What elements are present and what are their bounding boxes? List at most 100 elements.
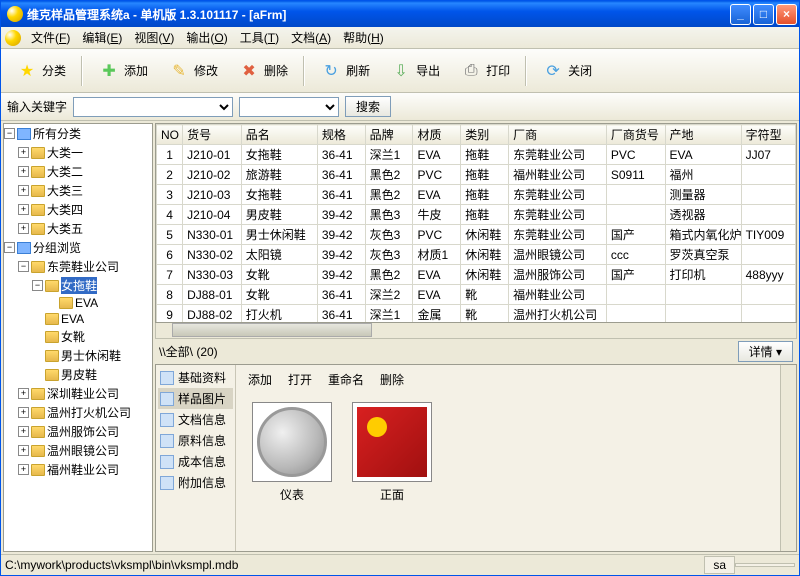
thumb-label: 仪表 (252, 486, 332, 503)
tree-node[interactable]: +深圳鞋业公司 (4, 384, 152, 403)
tree-node[interactable]: +温州服饰公司 (4, 422, 152, 441)
tree-node[interactable]: +大类二 (4, 162, 152, 181)
add-button[interactable]: ✚添加 (89, 55, 157, 87)
tree-node[interactable]: 女靴 (4, 327, 152, 346)
expand-icon[interactable]: − (4, 242, 15, 253)
detail-tab[interactable]: 样品图片 (158, 388, 233, 409)
expand-icon[interactable]: + (18, 185, 29, 196)
col-header[interactable]: NO (157, 125, 183, 145)
delete-button[interactable]: ✖删除 (229, 55, 297, 87)
expand-icon[interactable]: − (4, 128, 15, 139)
tree-node[interactable]: −东莞鞋业公司 (4, 257, 152, 276)
col-header[interactable]: 产地 (665, 125, 741, 145)
search-button[interactable]: 搜索 (345, 96, 391, 117)
tree-node[interactable]: −女拖鞋 (4, 276, 152, 295)
app-icon (7, 6, 23, 22)
expand-icon[interactable]: + (18, 388, 29, 399)
detail-tab[interactable]: 原料信息 (158, 430, 233, 451)
expand-icon[interactable]: − (32, 280, 43, 291)
detail-toolbar: 添加打开重命名删除 (236, 365, 780, 394)
menu-v[interactable]: 视图(V) (128, 27, 180, 48)
col-header[interactable]: 规格 (317, 125, 365, 145)
tree-node[interactable]: +温州打火机公司 (4, 403, 152, 422)
expand-icon[interactable]: + (18, 426, 29, 437)
category-button[interactable]: ★分类 (7, 55, 75, 87)
expand-icon[interactable]: + (18, 204, 29, 215)
expand-icon[interactable]: + (18, 464, 29, 475)
print-button[interactable]: ⎙打印 (451, 55, 519, 87)
table-row[interactable]: 3J210-03女拖鞋36-41黑色2EVA拖鞋东莞鞋业公司测量器 (157, 185, 796, 205)
detail-action[interactable]: 删除 (380, 371, 404, 388)
category-icon: ★ (16, 60, 38, 82)
menu-o[interactable]: 输出(O) (180, 27, 233, 48)
export-icon: ⇩ (390, 60, 412, 82)
col-header[interactable]: 品牌 (365, 125, 413, 145)
table-row[interactable]: 8DJ88-01女靴36-41深兰2EVA靴福州鞋业公司 (157, 285, 796, 305)
expand-icon[interactable]: + (18, 166, 29, 177)
expand-icon[interactable]: + (18, 407, 29, 418)
keyword-combo[interactable] (73, 97, 233, 117)
tree-node[interactable]: EVA (4, 295, 152, 311)
detail-button[interactable]: 详情 ▾ (738, 341, 793, 362)
tree-node[interactable]: +温州眼镜公司 (4, 441, 152, 460)
minimize-button[interactable]: _ (730, 4, 751, 25)
col-header[interactable]: 厂商 (509, 125, 607, 145)
table-row[interactable]: 1J210-01女拖鞋36-41深兰1EVA拖鞋东莞鞋业公司PVCEVAJJ07 (157, 145, 796, 165)
maximize-button[interactable]: □ (753, 4, 774, 25)
search-label: 输入关键字 (7, 98, 67, 115)
menu-h[interactable]: 帮助(H) (337, 27, 390, 48)
tree-node[interactable]: EVA (4, 311, 152, 327)
field-combo[interactable] (239, 97, 339, 117)
menu-e[interactable]: 编辑(E) (76, 27, 128, 48)
tree-node[interactable]: +大类三 (4, 181, 152, 200)
tree-node[interactable]: +大类五 (4, 219, 152, 238)
col-header[interactable]: 厂商货号 (606, 125, 665, 145)
modify-button[interactable]: ✎修改 (159, 55, 227, 87)
table-row[interactable]: 5N330-01男士休闲鞋39-42灰色3PVC休闲鞋东莞鞋业公司国产箱式内氧化… (157, 225, 796, 245)
col-header[interactable]: 类别 (461, 125, 509, 145)
detail-tab[interactable]: 附加信息 (158, 472, 233, 493)
grid-scrollbar[interactable] (155, 323, 797, 339)
menu-a[interactable]: 文档(A) (285, 27, 337, 48)
col-header[interactable]: 材质 (413, 125, 461, 145)
tree-node[interactable]: −所有分类 (4, 124, 152, 143)
expand-icon[interactable]: − (18, 261, 29, 272)
tree-node[interactable]: +福州鞋业公司 (4, 460, 152, 479)
detail-scrollbar[interactable] (780, 365, 796, 551)
folder-icon (31, 223, 45, 235)
close-window-button[interactable]: × (776, 4, 797, 25)
menu-f[interactable]: 文件(F) (25, 27, 76, 48)
expand-icon[interactable]: + (18, 223, 29, 234)
thumbnail-item[interactable]: 仪表 (252, 402, 332, 503)
table-row[interactable]: 9DJ88-02打火机36-41深兰1金属靴温州打火机公司 (157, 305, 796, 324)
expand-icon[interactable]: + (18, 445, 29, 456)
tree-node[interactable]: −分组浏览 (4, 238, 152, 257)
tree-node[interactable]: +大类四 (4, 200, 152, 219)
tree-node[interactable]: +大类一 (4, 143, 152, 162)
close-button[interactable]: ⟳关闭 (533, 55, 601, 87)
detail-action[interactable]: 打开 (288, 371, 312, 388)
expand-icon[interactable]: + (18, 147, 29, 158)
refresh-button[interactable]: ↻刷新 (311, 55, 379, 87)
tree-node[interactable]: 男士休闲鞋 (4, 346, 152, 365)
detail-tab[interactable]: 文档信息 (158, 409, 233, 430)
detail-action[interactable]: 重命名 (328, 371, 364, 388)
col-header[interactable]: 货号 (183, 125, 242, 145)
col-header[interactable]: 品名 (241, 125, 317, 145)
tree-node[interactable]: 男皮鞋 (4, 365, 152, 384)
export-button[interactable]: ⇩导出 (381, 55, 449, 87)
category-tree[interactable]: −所有分类+大类一+大类二+大类三+大类四+大类五−分组浏览−东莞鞋业公司−女拖… (3, 123, 153, 552)
col-header[interactable]: 字符型 (741, 125, 795, 145)
table-row[interactable]: 6N330-02太阳镜39-42灰色3材质1休闲鞋温州眼镜公司ccc罗茨真空泵 (157, 245, 796, 265)
data-grid[interactable]: NO货号品名规格品牌材质类别厂商厂商货号产地字符型1J210-01女拖鞋36-4… (155, 123, 797, 323)
detail-tab[interactable]: 基础资料 (158, 367, 233, 388)
header-row: NO货号品名规格品牌材质类别厂商厂商货号产地字符型 (157, 125, 796, 145)
status-empty (735, 563, 795, 567)
menu-t[interactable]: 工具(T) (234, 27, 285, 48)
detail-tab[interactable]: 成本信息 (158, 451, 233, 472)
table-row[interactable]: 4J210-04男皮鞋39-42黑色3牛皮拖鞋东莞鞋业公司透视器 (157, 205, 796, 225)
detail-action[interactable]: 添加 (248, 371, 272, 388)
table-row[interactable]: 7N330-03女靴39-42黑色2EVA休闲鞋温州服饰公司国产打印机488yy… (157, 265, 796, 285)
thumbnail-item[interactable]: 正面 (352, 402, 432, 503)
table-row[interactable]: 2J210-02旅游鞋36-41黑色2PVC拖鞋福州鞋业公司S0911福州 (157, 165, 796, 185)
